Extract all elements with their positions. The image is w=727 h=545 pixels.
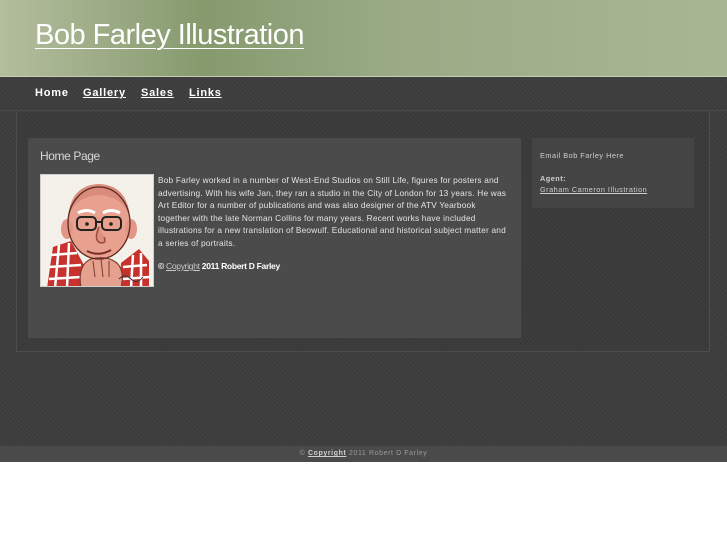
site-title-link[interactable]: Bob Farley Illustration [35, 19, 304, 52]
footer-copyright-text: 2011 Robert D Farley [348, 450, 428, 457]
main-content-box: Home Page Bob Farley worked in a number … [28, 138, 521, 338]
copyright-symbol: © [158, 261, 164, 271]
caricature-portrait-icon [41, 175, 153, 286]
main-copyright: © Copyright 2011 Robert D Farley [158, 261, 280, 271]
main-nav: Home Gallery Sales Links [0, 77, 727, 111]
caricature-portrait-image [40, 174, 154, 287]
site-header: Bob Farley Illustration [0, 0, 727, 77]
agent-link[interactable]: Graham Cameron Illustration [540, 185, 647, 194]
nav-links[interactable]: Links [189, 87, 222, 99]
sidebar-box: Email Bob Farley Here Agent: Graham Came… [532, 138, 694, 208]
content-area: Home Gallery Sales Links Home Page Bob F… [0, 77, 727, 462]
agent-label: Agent: [540, 174, 567, 183]
nav-sales[interactable]: Sales [141, 87, 174, 99]
main-copyright-link[interactable]: Copyright [166, 261, 200, 271]
site-footer: © Copyright 2011 Robert D Farley [0, 446, 727, 462]
nav-home[interactable]: Home [35, 87, 69, 99]
page: Bob Farley Illustration Home Gallery Sal… [0, 0, 727, 545]
nav-gallery[interactable]: Gallery [83, 87, 126, 99]
footer-copyright-link[interactable]: Copyright [308, 450, 346, 457]
page-title: Home Page [40, 149, 100, 163]
main-copyright-text: 2011 Robert D Farley [201, 261, 280, 271]
email-link[interactable]: Email Bob Farley Here [540, 151, 624, 160]
footer-copyright-symbol: © [299, 450, 306, 457]
bio-text: Bob Farley worked in a number of West-En… [158, 175, 507, 248]
